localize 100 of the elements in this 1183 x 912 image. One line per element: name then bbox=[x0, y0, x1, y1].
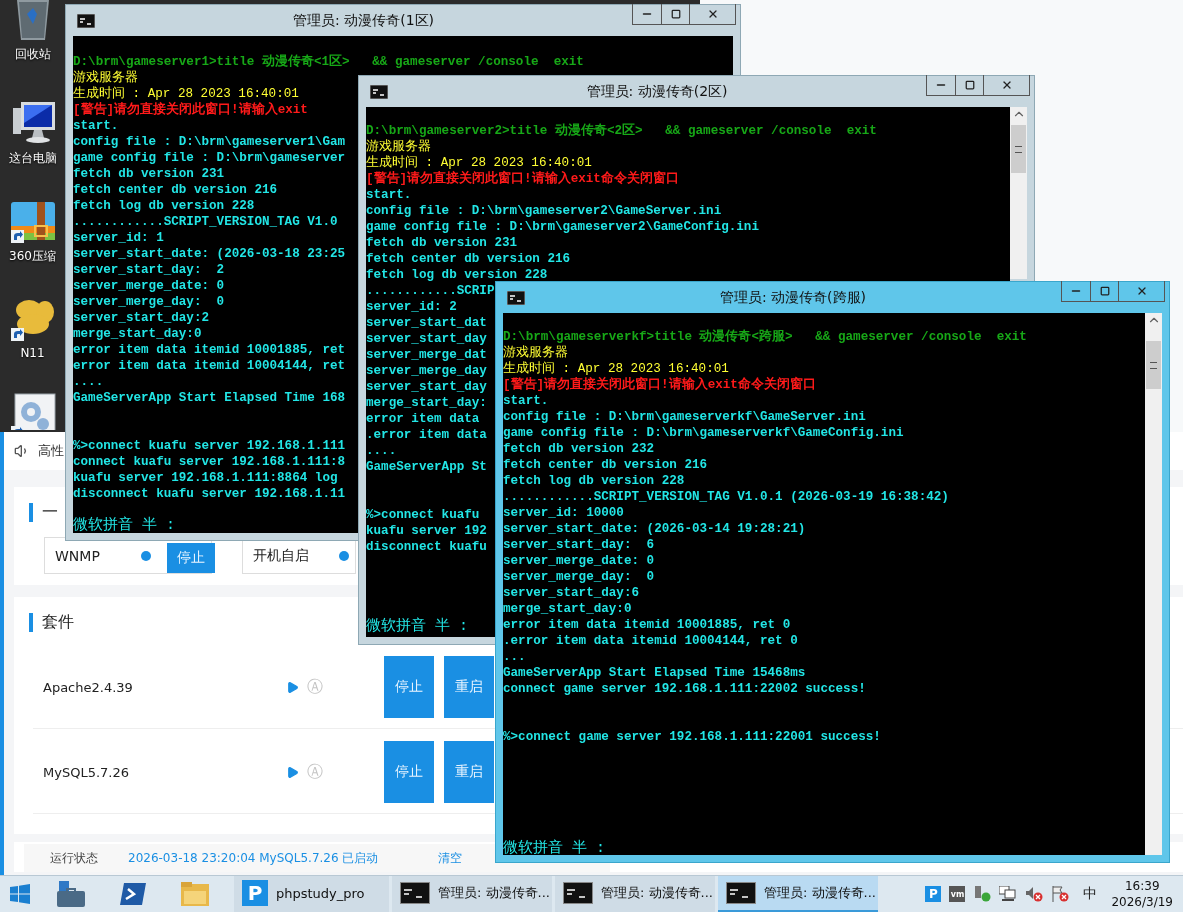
play-icon[interactable] bbox=[286, 765, 299, 779]
package-name: Apache2.4.39 bbox=[43, 679, 134, 695]
console-line: server_start_day: 2 bbox=[73, 263, 225, 277]
console-line: .error item data bbox=[366, 428, 487, 442]
console-line: error item data itemid 10004144, ret bbox=[73, 359, 346, 373]
section-accent bbox=[29, 502, 33, 522]
scroll-thumb[interactable] bbox=[1146, 341, 1161, 389]
console-line: fetch db version 231 bbox=[73, 167, 225, 181]
console-line: 游戏服务器 bbox=[503, 346, 568, 360]
console-line: [警告]请勿直接关闭此窗口!请输入exit bbox=[73, 103, 308, 117]
console-line: GameServerApp Start Elapsed Time 15468ms bbox=[503, 666, 806, 680]
console-line: merge_start_day:0 bbox=[73, 327, 202, 341]
console-line: GameServerApp St bbox=[366, 460, 487, 474]
console-line: fetch log db version 228 bbox=[73, 199, 255, 213]
console-line: D:\brm\gameserverkf>title 动漫传奇<跨服> && gameserver /console exit bbox=[503, 330, 1027, 344]
package-name: MySQL5.7.26 bbox=[43, 764, 130, 780]
console-line: config file : D:\brm\gameserver1\Gam bbox=[73, 135, 346, 149]
console-line: %>connect kuafu server 192.168.1.111 bbox=[73, 439, 346, 453]
taskbar-button[interactable]: P phpstudy_pro bbox=[234, 876, 389, 912]
service-name: WNMP bbox=[55, 547, 101, 564]
console-line: .... bbox=[366, 444, 397, 458]
console-line: game config file : D:\brm\gameserver bbox=[73, 151, 346, 165]
scroll-thumb[interactable] bbox=[1011, 125, 1026, 173]
log-entry: 2026-03-18 23:20:04 MySQL5.7.26 已启动 bbox=[128, 849, 379, 867]
console-line: start. bbox=[503, 394, 549, 408]
scrollbar[interactable] bbox=[1010, 107, 1027, 279]
console-line: [警告]请勿直接关闭此窗口!请输入exit命令关闭窗口 bbox=[503, 378, 816, 392]
ime-status: 微软拼音 半 : bbox=[503, 840, 605, 855]
console-line: ............SCRIPT_VERSION_TAG V1.0 bbox=[73, 215, 338, 229]
console-line: GameServerApp Start Elapsed Time 168 bbox=[73, 391, 346, 405]
console-line: connect game server 192.168.1.111:22002 success! bbox=[503, 682, 866, 696]
console-line: kuafu server 192 bbox=[366, 524, 487, 538]
muted-speaker-icon[interactable] bbox=[1025, 886, 1044, 902]
console-line: server_merge_day: 0 bbox=[503, 570, 655, 584]
console-line: [警告]请勿直接关闭此窗口!请输入exit命令关闭窗口 bbox=[366, 172, 679, 186]
console-line: merge_start_day: bbox=[366, 396, 487, 410]
desktop-icon-label[interactable]: N11 bbox=[20, 346, 45, 360]
console-line: disconnect kuafu bbox=[366, 540, 487, 554]
console-line: server_id: 10000 bbox=[503, 506, 624, 520]
console-line: server_id: 1 bbox=[73, 231, 164, 245]
maximize-icon bbox=[670, 9, 681, 19]
console-line: %>connect game server 192.168.1.111:22001 success! bbox=[503, 730, 881, 744]
console-line: server_start_day:2 bbox=[73, 311, 210, 325]
input-method-indicator[interactable]: 中 bbox=[1083, 885, 1098, 903]
service-name: 开机自启 bbox=[253, 546, 310, 565]
console-line: .... bbox=[73, 375, 104, 389]
section-heading: 一 bbox=[42, 501, 58, 523]
section-heading: 套件 bbox=[42, 611, 74, 633]
flag-icon[interactable] bbox=[1051, 886, 1070, 902]
console-line: fetch db version 231 bbox=[366, 236, 518, 250]
console-line: fetch db version 232 bbox=[503, 442, 655, 456]
console-icon bbox=[563, 882, 593, 904]
console-line: merge_start_day:0 bbox=[503, 602, 632, 616]
window-title: 管理员: 动漫传奇(1区) bbox=[293, 12, 434, 30]
vmware-tray-icon[interactable]: vm bbox=[949, 886, 966, 902]
taskbar-button[interactable]: 管理员: 动漫传奇... bbox=[718, 876, 878, 912]
console-line: D:\brm\gameserver1>title 动漫传奇<1区> && gameserver /console exit bbox=[73, 55, 584, 69]
console-line: game config file : D:\brm\gameserver2\GameConfig.ini bbox=[366, 220, 759, 234]
ime-status: 微软拼音 半 : bbox=[73, 517, 175, 533]
console-line: server_start_day bbox=[366, 380, 487, 394]
section-accent bbox=[29, 612, 33, 632]
console-line: ............SCRIPT_VERSION_TAG V1.0.1 (2026-03-19 16:38:42) bbox=[503, 490, 949, 504]
console-line: fetch center db version 216 bbox=[366, 252, 571, 266]
console-line: server_merge_day: 0 bbox=[73, 295, 225, 309]
taskbar-button[interactable]: 管理员: 动漫传奇... bbox=[555, 876, 715, 912]
clock[interactable]: 16:39 2026/3/19 bbox=[1111, 878, 1173, 910]
console-line: D:\brm\gameserver2>title 动漫传奇<2区> && gameserver /console exit bbox=[366, 124, 877, 138]
console-line: server_start_date: (2026-03-14 19:28:21) bbox=[503, 522, 806, 536]
console-line: server_start_dat bbox=[366, 316, 487, 330]
window-title: 管理员: 动漫传奇(跨服) bbox=[719, 289, 867, 307]
console-icon bbox=[400, 882, 430, 904]
windows-logo-icon bbox=[10, 884, 30, 904]
taskbar-button[interactable]: 管理员: 动漫传奇... bbox=[392, 876, 552, 912]
folder-icon bbox=[181, 882, 209, 906]
console-line: start. bbox=[73, 119, 119, 133]
console-line: server_id: 2 bbox=[366, 300, 457, 314]
scrollbar[interactable] bbox=[1145, 313, 1162, 855]
console-line: server_merge_date: 0 bbox=[73, 279, 225, 293]
console-line: error item data itemid 10001885, ret bbox=[73, 343, 346, 357]
console-line: ............SCRIP bbox=[366, 284, 495, 298]
console-line: server_start_day: 6 bbox=[503, 538, 655, 552]
desktop-icon-label[interactable]: 360压缩 bbox=[9, 248, 56, 265]
gear-icon[interactable] bbox=[8, 392, 57, 430]
usb-icon[interactable] bbox=[973, 886, 992, 902]
console-line: disconnect kuafu server 192.168.1.11 bbox=[73, 487, 346, 501]
desktop-icon-label[interactable]: 回收站 bbox=[14, 46, 51, 63]
console-line: error item data itemid 10001885, ret 0 bbox=[503, 618, 791, 632]
play-icon[interactable] bbox=[286, 680, 299, 694]
console-icon bbox=[77, 14, 95, 28]
console-line: kuafu server 192.168.1.111:8864 log bbox=[73, 471, 338, 485]
console-line: 生成时间 : Apr 28 2023 16:40:01 bbox=[366, 156, 592, 170]
console-line: server_merge_date: 0 bbox=[503, 554, 655, 568]
console-line: fetch center db version 216 bbox=[503, 458, 708, 472]
network-icon[interactable] bbox=[999, 886, 1018, 902]
console-line: 生成时间 : Apr 28 2023 16:40:01 bbox=[503, 362, 729, 376]
console-line: server_merge_day bbox=[366, 364, 487, 378]
console-line: 游戏服务器 bbox=[366, 140, 431, 154]
console-line: fetch log db version 228 bbox=[503, 474, 685, 488]
desktop-icon-label[interactable]: 这台电脑 bbox=[8, 150, 57, 167]
console-line: connect kuafu server 192.168.1.111:8 bbox=[73, 455, 346, 469]
